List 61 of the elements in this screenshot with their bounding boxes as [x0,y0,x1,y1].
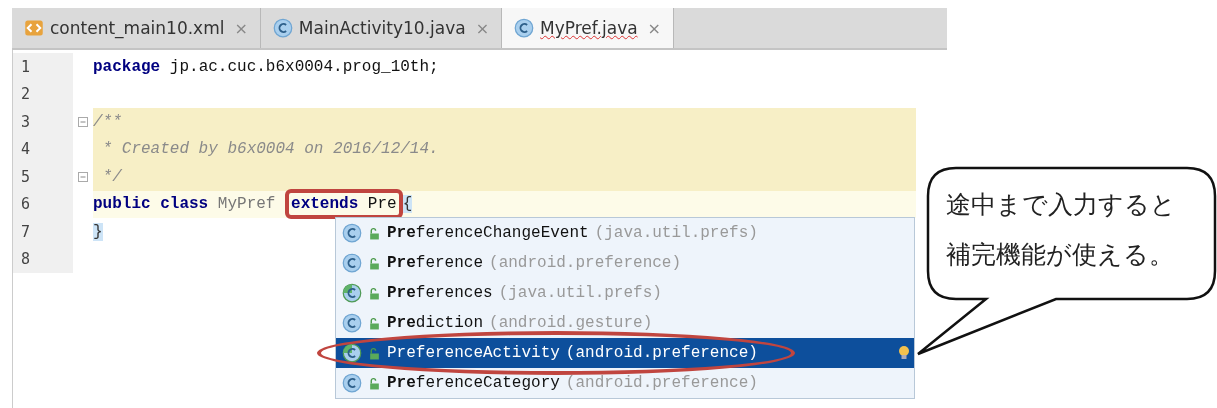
padlock-icon [368,316,381,330]
comment-text: /** [93,112,122,131]
completion-item[interactable]: Preference (android.preference) [336,248,914,278]
class-icon [342,223,362,243]
package-name: (java.util.prefs) [498,284,662,302]
line-number: 2 [13,80,73,108]
brace-text: } [93,222,103,241]
xml-file-icon [24,18,44,38]
code-text: jp.ac.cuc.b6x0004.prog_10th; [168,57,439,76]
completion-item[interactable]: PreferenceCategory (android.preference) [336,368,914,398]
package-name: (android.preference) [565,374,758,392]
keyword-text: package [93,57,161,76]
padlock-icon [368,376,381,390]
padlock-icon [368,226,381,240]
class-name: PreferenceCategory [387,374,560,392]
class-icon [272,18,293,38]
line-number: 4 [13,135,73,163]
tab-label: MyPref.java [540,18,638,38]
completion-item[interactable]: PreferenceActivity (android.preference) [336,338,914,368]
line-number: 6 [13,190,73,218]
line-number: 1 [13,53,73,81]
completion-item[interactable]: Prediction (android.gesture) [336,308,914,338]
comment-text: */ [101,167,122,186]
editor-tab[interactable]: MyPref.java × [502,8,674,48]
fold-icon[interactable] [78,116,88,127]
keyword-text: extends [291,195,359,214]
class-icon [342,313,362,333]
completion-item[interactable]: Preferences (java.util.prefs) [336,278,914,308]
tab-label: MainActivity10.java [298,18,466,38]
lightbulb-icon [898,345,910,361]
class-name: Preferences [387,284,493,302]
package-name: (android.preference) [489,254,682,272]
tab-label: content_main10.xml [50,18,225,38]
class-name-text: MyPref [216,195,277,214]
package-name: (android.gesture) [489,314,653,332]
padlock-icon [368,256,381,270]
abstract-class-icon [342,283,362,303]
padlock-icon [368,346,381,360]
comment-text: * Created by b6x0004 on 2016/12/14. [101,140,439,159]
class-name: PreferenceChangeEvent [387,224,589,242]
code-text: Pre [366,195,397,214]
brace-text: { [402,195,413,214]
fold-icon[interactable] [78,171,88,182]
abstract-class-icon [342,343,362,363]
package-name: (android.preference) [565,344,758,362]
class-name: Preference [387,254,484,272]
class-name: Prediction [387,314,484,332]
class-icon [514,18,535,38]
line-number: 7 [13,218,73,246]
padlock-icon [368,286,381,300]
line-number: 8 [13,245,73,273]
class-name: PreferenceActivity [387,344,560,362]
class-icon [342,373,362,393]
line-number: 3 [13,108,73,136]
keyword-text: public class [93,195,209,214]
editor-tab[interactable]: content_main10.xml × [12,8,261,48]
completion-item[interactable]: PreferenceChangeEvent (java.util.prefs) [336,218,914,248]
class-icon [342,253,362,273]
callout-text: 途中まで入力すると補完機能が使える。 [946,189,1177,271]
line-number: 5 [13,163,73,191]
package-name: (java.util.prefs) [594,224,758,242]
